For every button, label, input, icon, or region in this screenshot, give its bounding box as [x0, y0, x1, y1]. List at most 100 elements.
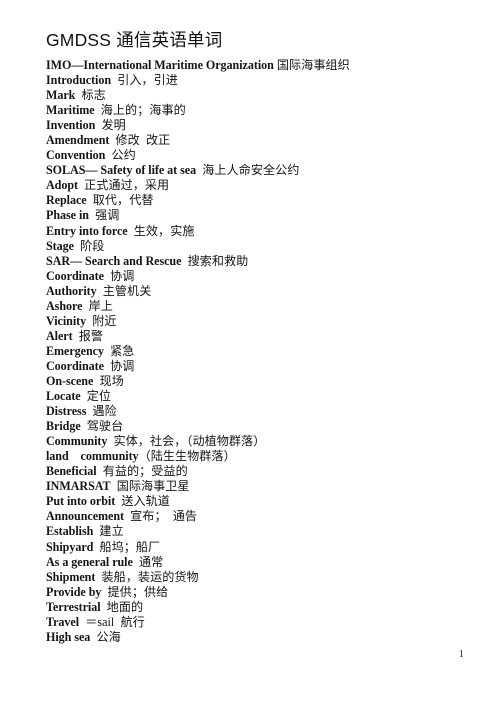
entry-gloss: 装船，装运的货物: [95, 569, 199, 584]
vocabulary-entry: Replace 取代，代替: [46, 193, 466, 208]
entry-term: Vicinity: [46, 313, 87, 328]
entry-term: INMARSAT: [46, 479, 111, 494]
vocabulary-entry: IMO—International Maritime Organization …: [46, 58, 466, 73]
entry-gloss: 协调: [103, 268, 135, 283]
entry-term: Bridge: [46, 419, 81, 434]
entry-term: High sea: [46, 629, 91, 644]
entry-term: Maritime: [46, 103, 95, 118]
entry-gloss: 遇险: [86, 404, 117, 419]
vocabulary-entry: Introduction 引入，引进: [46, 73, 466, 88]
entry-gloss: 建立: [93, 524, 124, 539]
entry-term: Travel: [46, 614, 80, 629]
vocabulary-entry: Beneficial 有益的；受益的: [46, 464, 466, 479]
vocabulary-entry: Authority 主管机关: [46, 284, 466, 299]
vocabulary-entry: Vicinity 附近: [46, 314, 466, 329]
vocabulary-entry: SAR— Search and Rescue 搜索和救助: [46, 254, 466, 269]
vocabulary-entry: Alert 报警: [46, 329, 466, 344]
document-body: GMDSS 通信英语单词 IMO—International Maritime …: [46, 28, 466, 645]
vocabulary-entry: INMARSAT 国际海事卫星: [46, 479, 466, 494]
entry-term: Shipyard: [46, 539, 94, 554]
entry-gloss: 搜索和救助: [181, 253, 249, 268]
vocabulary-entry: Shipment 装船，装运的货物: [46, 570, 466, 585]
entry-term: Invention: [46, 118, 96, 133]
entry-gloss: 海上的；海事的: [94, 103, 186, 118]
entry-gloss: 生效，实施: [127, 223, 195, 238]
vocabulary-entry: Provide by 提供；供给: [46, 585, 466, 600]
entry-term: Terrestrial: [46, 599, 101, 614]
entry-gloss: 国际海事卫星: [110, 479, 190, 494]
entry-term: Replace: [46, 193, 87, 208]
entry-gloss: 送入轨道: [115, 494, 170, 509]
page-title: GMDSS 通信英语单词: [46, 30, 223, 50]
entry-gloss: 驾驶台: [80, 419, 124, 434]
vocabulary-list: IMO—International Maritime Organization …: [46, 58, 466, 645]
entry-gloss: 地面的: [100, 599, 144, 614]
vocabulary-entry: Announcement 宣布； 通告: [46, 509, 466, 524]
entry-term: Community: [46, 434, 108, 449]
entry-gloss: 引入，引进: [111, 73, 178, 88]
vocabulary-entry: Terrestrial 地面的: [46, 600, 466, 615]
entry-gloss: 实体，社会，（动植物群落）: [107, 434, 266, 449]
entry-gloss: 主管机关: [96, 283, 152, 298]
entry-gloss: 定位: [80, 389, 112, 404]
entry-gloss: 国际海事组织: [273, 58, 350, 72]
entry-term: Mark: [46, 88, 76, 103]
vocabulary-entry: As a general rule 通常: [46, 555, 466, 570]
vocabulary-entry: Adopt 正式通过，采用: [46, 178, 466, 193]
entry-gloss: 通常: [132, 554, 164, 569]
entry-term: Provide by: [46, 584, 102, 599]
vocabulary-entry: Invention 发明: [46, 118, 466, 133]
vocabulary-entry: Amendment 修改 改正: [46, 133, 466, 148]
entry-term: Shipment: [46, 569, 96, 584]
vocabulary-entry: High sea 公海: [46, 630, 466, 645]
vocabulary-entry: Mark 标志: [46, 88, 466, 103]
entry-gloss: 阶段: [73, 238, 105, 253]
vocabulary-entry: Locate 定位: [46, 389, 466, 404]
vocabulary-entry: On-scene 现场: [46, 374, 466, 389]
document-page: GMDSS 通信英语单词 IMO—International Maritime …: [0, 0, 502, 708]
vocabulary-entry: Bridge 驾驶台: [46, 419, 466, 434]
entry-term: As a general rule: [46, 554, 133, 569]
entry-term: Stage: [46, 238, 74, 253]
entry-term: Entry into force: [46, 223, 128, 238]
entry-term: Beneficial: [46, 464, 97, 479]
vocabulary-entry: land community（陆生生物群落）: [46, 449, 466, 464]
vocabulary-entry: Establish 建立: [46, 524, 466, 539]
vocabulary-entry: Coordinate 协调: [46, 359, 466, 374]
entry-gloss: 有益的；受益的: [96, 464, 188, 479]
entry-term: Emergency: [46, 343, 104, 358]
entry-term: land community: [46, 449, 139, 464]
vocabulary-entry: Ashore 岸上: [46, 299, 466, 314]
vocabulary-entry: Shipyard 船坞；船厂: [46, 540, 466, 555]
entry-gloss: 标志: [75, 88, 106, 103]
entry-term: Adopt: [46, 178, 79, 193]
entry-term: Locate: [46, 389, 81, 404]
entry-term: Put into orbit: [46, 494, 116, 509]
entry-gloss: 修改 改正: [109, 133, 171, 148]
entry-term: Coordinate: [46, 358, 104, 373]
vocabulary-entry: Convention 公约: [46, 148, 466, 163]
entry-gloss: 公海: [90, 629, 121, 644]
entry-term: Announcement: [46, 509, 125, 524]
entry-term: Alert: [46, 328, 73, 343]
vocabulary-entry: Emergency 紧急: [46, 344, 466, 359]
entry-gloss: 取代，代替: [86, 193, 154, 208]
entry-gloss: 岸上: [82, 298, 113, 313]
vocabulary-entry: Stage 阶段: [46, 239, 466, 254]
vocabulary-entry: Community 实体，社会，（动植物群落）: [46, 434, 466, 449]
vocabulary-entry: Put into orbit 送入轨道: [46, 494, 466, 509]
entry-term: IMO—International Maritime Organization: [46, 58, 274, 72]
vocabulary-entry: Maritime 海上的；海事的: [46, 103, 466, 118]
vocabulary-entry: Coordinate 协调: [46, 269, 466, 284]
vocabulary-entry: SOLAS— Safety of life at sea 海上人命安全公约: [46, 163, 466, 178]
entry-gloss: 强调: [88, 208, 120, 223]
entry-term: Ashore: [46, 298, 83, 313]
entry-term: Distress: [46, 404, 87, 419]
entry-gloss: 正式通过，采用: [78, 178, 170, 193]
entry-term: Coordinate: [46, 268, 104, 283]
entry-term: Authority: [46, 283, 97, 298]
entry-gloss: ＝sail 航行: [79, 614, 145, 629]
page-number: 1: [458, 649, 464, 660]
entry-gloss: 宣布； 通告: [124, 509, 198, 524]
entry-gloss: 船坞；船厂: [93, 539, 161, 554]
